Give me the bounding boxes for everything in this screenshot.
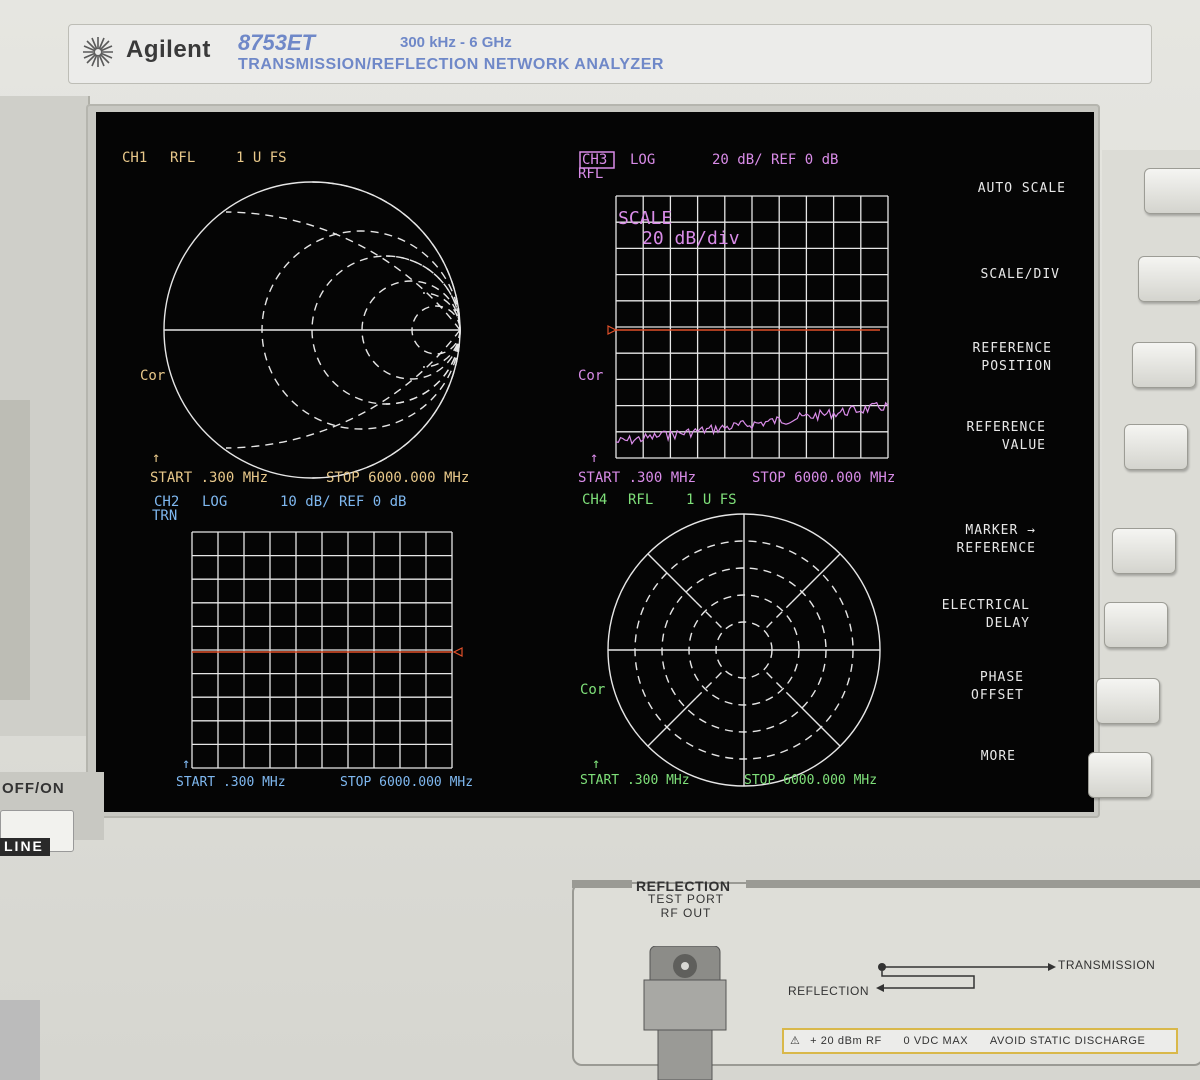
model-number: 8753ET	[238, 30, 316, 55]
transmission-label: TRANSMISSION	[1058, 958, 1156, 972]
ch2-scale: 10 dB/ REF 0 dB	[280, 494, 406, 510]
warning-vdc: 0 VDC MAX	[903, 1035, 969, 1047]
ch3-panel: CH3 LOG 20 dB/ REF 0 dB RFL SCALE 20 dB/…	[578, 151, 895, 486]
ch3-marker-arrow: ↑	[590, 450, 598, 466]
reflection-path-label: REFLECTION	[788, 984, 870, 998]
signal-path-diagram	[876, 963, 1056, 992]
ch4-polar-chart	[607, 513, 881, 787]
softkey-button-7[interactable]	[1096, 678, 1160, 724]
instrument-description: TRANSMISSION/REFLECTION NETWORK ANALYZER	[238, 56, 664, 73]
front-knob	[0, 1000, 40, 1080]
softkey-label-reference-value: REFERENCE VALUE	[966, 420, 1046, 453]
ch2-reference-marker-icon	[452, 647, 463, 657]
softkey-button-5[interactable]	[1112, 528, 1176, 574]
ch4-scale: 1 U FS	[686, 492, 737, 508]
ch1-marker-arrow: ↑	[152, 450, 160, 466]
ch2-marker-arrow: ↑	[182, 756, 190, 772]
port-warning-label: ⚠ + 20 dBm RF 0 VDC MAX AVOID STATIC DIS…	[782, 1028, 1178, 1054]
softkey-button-1[interactable]	[1144, 168, 1200, 214]
ch1-label: CH1	[122, 150, 147, 166]
softkey-label-auto-scale: AUTO SCALE	[977, 181, 1066, 196]
brand-name: Agilent	[126, 36, 211, 63]
softkey-label-electrical-delay: ELECTRICAL DELAY	[941, 598, 1030, 631]
ch1-scale: 1 U FS	[236, 150, 287, 166]
power-label: OFF/ON	[2, 780, 65, 797]
warning-triangle-icon: ⚠	[790, 1035, 801, 1047]
port-panel-bar-right	[746, 880, 1200, 888]
ch4-cor: Cor	[580, 682, 605, 698]
softkey-button-8[interactable]	[1088, 752, 1152, 798]
ch2-panel: CH2 LOG 10 dB/ REF 0 dB TRN ↑ START .300…	[152, 494, 473, 790]
line-label: LINE	[0, 838, 50, 856]
ch4-panel: CH4 RFL 1 U FS Cor ↑ START .300 MHz STOP…	[580, 492, 881, 788]
ch3-reference-marker-icon	[607, 325, 618, 335]
ch3-stop: STOP 6000.000 MHz	[752, 470, 895, 486]
test-port-text: TEST PORT	[648, 892, 724, 906]
softkey-label-phase-offset: PHASE OFFSET	[971, 670, 1024, 703]
ch2-start: START .300 MHz	[176, 775, 286, 790]
softkey-button-4[interactable]	[1124, 424, 1188, 470]
ch4-marker-arrow: ↑	[592, 756, 600, 772]
ch1-mode: RFL	[170, 150, 195, 166]
ch2-stop: STOP 6000.000 MHz	[340, 775, 473, 790]
warning-rf-level: + 20 dBm RF	[810, 1035, 882, 1047]
display-screen: CH1 RFL 1 U FS Cor ↑ START .300 MHz STOP…	[96, 112, 1094, 812]
rf-out-text: RF OUT	[660, 906, 712, 920]
test-port-label: TEST PORT RF OUT	[636, 892, 736, 920]
agilent-logo-icon	[83, 37, 113, 67]
ch3-scale-value: 20 dB/div	[642, 228, 740, 249]
ch4-stop: STOP 6000.000 MHz	[744, 773, 877, 788]
softkey-label-marker-reference: MARKER → REFERENCE	[956, 523, 1036, 556]
ch1-stop: STOP 6000.000 MHz	[326, 470, 469, 486]
ch2-format: LOG	[202, 494, 227, 510]
ch4-label: CH4	[582, 492, 607, 508]
rf-connector-icon[interactable]	[640, 946, 730, 1080]
nameplate	[68, 24, 1152, 84]
softkey-label-more: MORE	[980, 749, 1016, 764]
ch3-start: START .300 MHz	[578, 470, 696, 486]
ch1-panel: CH1 RFL 1 U FS Cor ↑ START .300 MHz STOP…	[122, 150, 469, 486]
ch1-cor: Cor	[140, 368, 165, 384]
softkey-label-reference-position: REFERENCE POSITION	[972, 341, 1052, 374]
ch1-smith-chart	[163, 181, 461, 479]
ch2-graticule	[191, 531, 453, 769]
ch3-scale: 20 dB/ REF 0 dB	[712, 152, 838, 168]
softkey-button-2[interactable]	[1138, 256, 1200, 302]
port-panel-bar-left	[572, 880, 632, 888]
softkey-button-3[interactable]	[1132, 342, 1196, 388]
softkey-label-scale-div: SCALE/DIV	[980, 267, 1060, 282]
ch3-cor: Cor	[578, 368, 603, 384]
disk-drive-slot[interactable]	[0, 400, 30, 700]
ch4-start: START .300 MHz	[580, 773, 690, 788]
ch2-mode: TRN	[152, 508, 177, 524]
ch3-mode: RFL	[578, 166, 603, 182]
warning-static: AVOID STATIC DISCHARGE	[989, 1035, 1146, 1047]
softkey-button-6[interactable]	[1104, 602, 1168, 648]
ch3-scale-title: SCALE	[618, 208, 672, 229]
ch4-mode: RFL	[628, 492, 653, 508]
ch3-format: LOG	[630, 152, 655, 168]
ch1-start: START .300 MHz	[150, 470, 268, 486]
frequency-range: 300 kHz - 6 GHz	[400, 34, 512, 51]
